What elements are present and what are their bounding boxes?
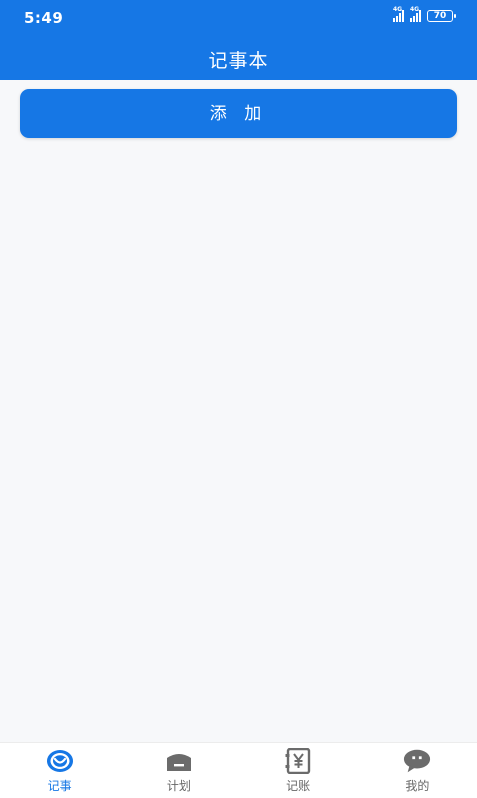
notebook-icon <box>46 748 74 774</box>
tab-label: 我的 <box>405 779 430 793</box>
tab-ledger[interactable]: 记账 <box>239 743 358 798</box>
chat-bubble-icon <box>403 748 431 774</box>
status-bar: 5:49 4G 4G 70 <box>0 0 477 36</box>
network-type-label: 4G <box>393 6 403 13</box>
app-header: 5:49 4G 4G 70 记事本 <box>0 0 477 80</box>
battery-level: 70 <box>433 11 447 21</box>
network-type-label-2: 4G <box>410 6 420 13</box>
status-icons: 4G 4G 70 <box>393 6 456 22</box>
plan-icon <box>165 748 193 774</box>
battery-icon: 70 <box>427 10 456 22</box>
ledger-yuan-icon <box>284 748 312 774</box>
signal-icon-2: 4G <box>410 6 421 22</box>
status-time: 5:49 <box>24 9 64 27</box>
signal-icon: 4G <box>393 6 404 22</box>
tab-label: 计划 <box>166 779 191 793</box>
tab-label: 记事 <box>47 779 72 793</box>
add-button[interactable]: 添 加 <box>20 89 457 138</box>
tab-plan[interactable]: 计划 <box>119 743 238 798</box>
tab-notes[interactable]: 记事 <box>0 743 119 798</box>
bottom-tab-bar: 记事 计划 记账 我的 <box>0 742 477 798</box>
tab-label: 记账 <box>286 779 311 793</box>
page-title: 记事本 <box>208 50 269 72</box>
tab-mine[interactable]: 我的 <box>358 743 477 798</box>
